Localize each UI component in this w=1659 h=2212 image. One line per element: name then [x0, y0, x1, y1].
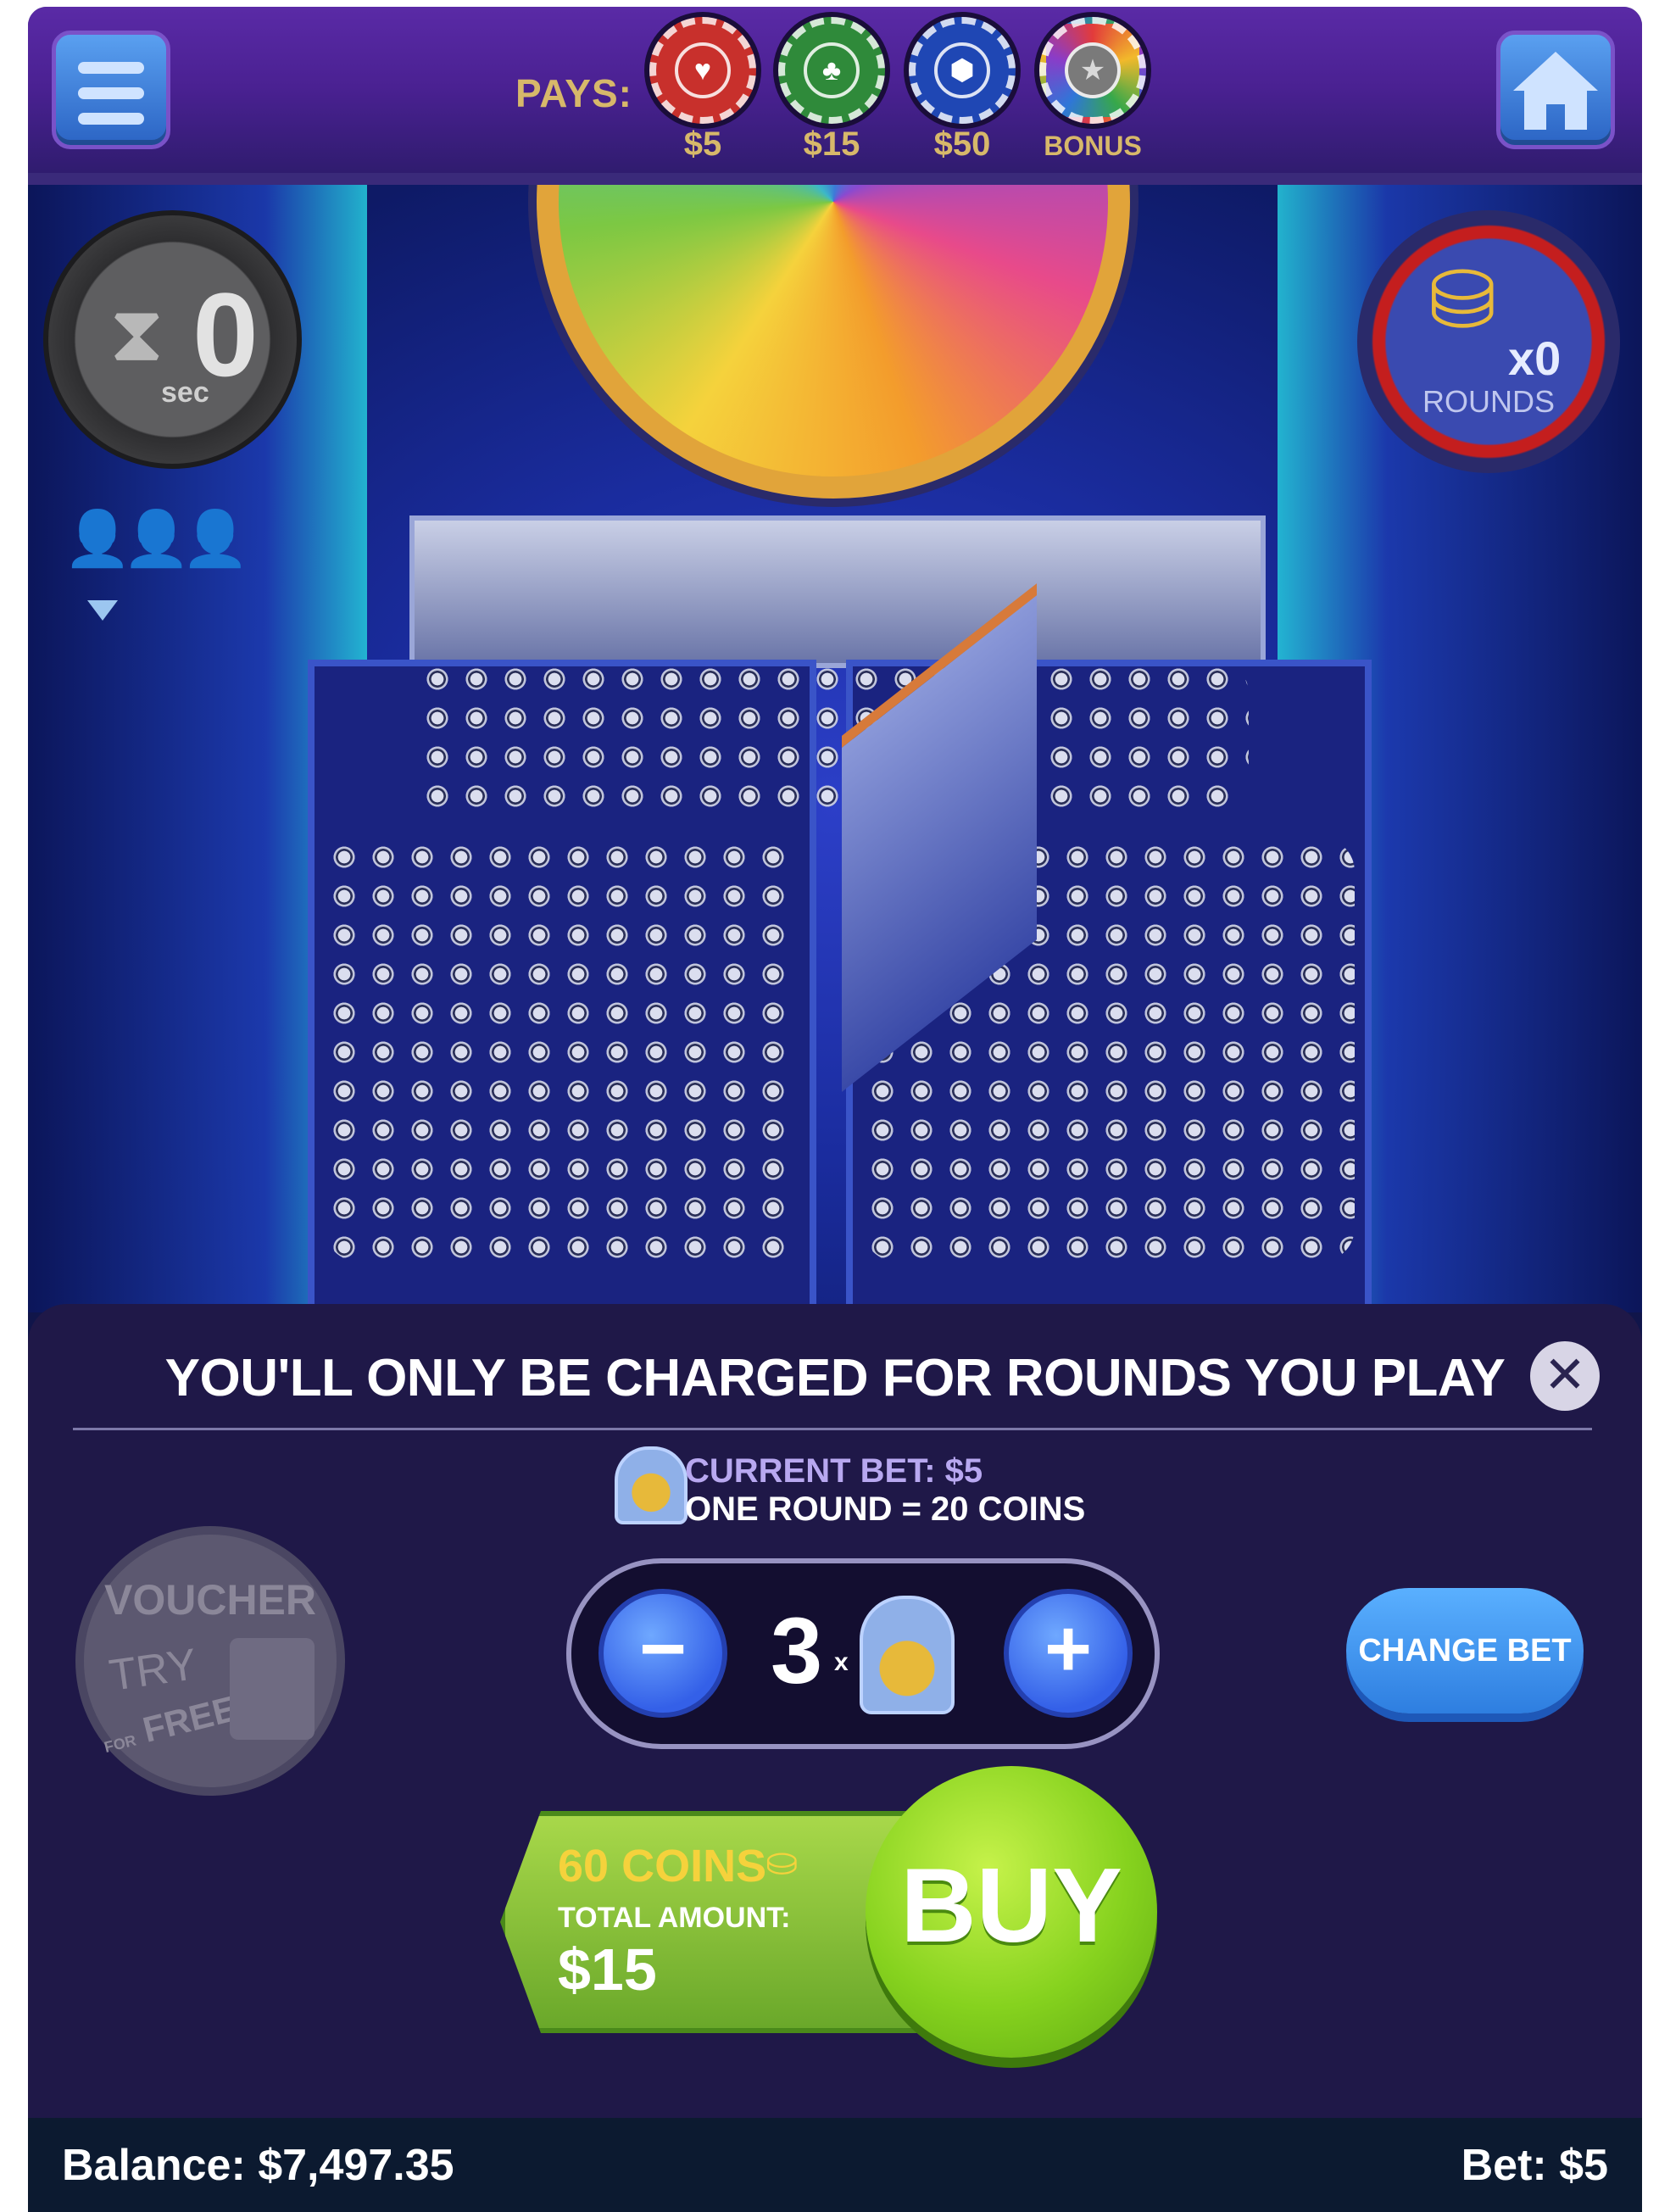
balance-text: Balance: $7,497.35	[62, 2141, 454, 2190]
voucher-try: TRY	[106, 1640, 200, 1701]
total-amount-label: TOTAL AMOUNT:	[558, 1902, 791, 1934]
increase-button[interactable]: +	[1004, 1589, 1133, 1718]
players-icon[interactable]: 👤👤👤	[64, 507, 249, 571]
sheet-title: YOU'LL ONLY BE CHARGED FOR ROUNDS YOU PL…	[164, 1349, 1506, 1407]
voucher-label: VOUCHER	[103, 1576, 317, 1624]
fortune-wheel	[537, 185, 1130, 499]
coins-icon: ⛀	[765, 1839, 799, 1883]
pay-value-5: $5	[683, 125, 722, 163]
coin-pile	[418, 660, 1249, 812]
rounds-label: ROUNDS	[1422, 384, 1555, 419]
coins-amount: 60 COINS	[558, 1841, 767, 1892]
voucher-button[interactable]: VOUCHER TRY FOR FREE	[75, 1526, 345, 1796]
decrease-button[interactable]: −	[598, 1589, 727, 1718]
coin-dome-icon	[615, 1446, 688, 1524]
pays-label: PAYS:	[515, 71, 632, 115]
club-icon: ♣	[804, 42, 860, 98]
timer-badge: ⧗ 0 sec	[43, 210, 302, 469]
status-bar: Balance: $7,497.35 Bet: $5	[28, 2118, 1642, 2212]
home-icon	[1513, 52, 1598, 130]
hexagon-icon: ⬢	[934, 42, 990, 98]
chip-50: ⬢	[909, 17, 1016, 124]
chip-bonus: ★	[1039, 17, 1146, 124]
current-bet-text: CURRENT BET: $5	[685, 1452, 983, 1490]
coin-pile	[325, 838, 799, 1262]
change-bet-button[interactable]: CHANGE BET	[1346, 1588, 1584, 1713]
rounds-count: 3	[771, 1599, 823, 1703]
home-button[interactable]	[1496, 31, 1615, 149]
chevron-down-icon[interactable]	[87, 600, 118, 621]
hourglass-icon: ⧗	[109, 291, 164, 377]
game-window: PAYS: ♥ ♣ ⬢ ★ $5 $15 $50 BONUS ⧗ 0 sec 👤…	[28, 7, 1642, 2212]
pay-value-15: $15	[803, 125, 860, 163]
rounds-badge[interactable]: ⛁ x0 ROUNDS	[1357, 210, 1620, 473]
coin-dome-icon	[860, 1596, 955, 1714]
pay-value-50: $50	[933, 125, 991, 163]
purchase-sheet: YOU'LL ONLY BE CHARGED FOR ROUNDS YOU PL…	[28, 1304, 1642, 2126]
round-cost-text: ONE ROUND = 20 COINS	[685, 1490, 1086, 1528]
buy-button[interactable]: BUY	[866, 1766, 1157, 2058]
rounds-stepper: − 3 x +	[566, 1558, 1160, 1749]
rounds-multiplier: x0	[1508, 332, 1562, 385]
heart-icon: ♥	[675, 42, 731, 98]
coin-tray-back	[409, 515, 1266, 668]
bet-text: Bet: $5	[1461, 2141, 1608, 2190]
coin-dome-icon: ⛁	[1428, 255, 1497, 346]
hamburger-icon	[78, 62, 144, 74]
times-symbol: x	[834, 1648, 849, 1676]
close-button[interactable]: ✕	[1530, 1341, 1600, 1411]
top-bar: PAYS: ♥ ♣ ⬢ ★ $5 $15 $50 BONUS	[28, 7, 1642, 185]
total-amount-value: $15	[558, 1936, 657, 2003]
divider	[73, 1428, 1592, 1430]
menu-button[interactable]	[52, 31, 170, 149]
timer-unit: sec	[161, 376, 209, 409]
star-icon: ★	[1065, 42, 1121, 98]
ticket-icon	[230, 1638, 315, 1740]
chip-5: ♥	[649, 17, 756, 124]
chip-15: ♣	[778, 17, 885, 124]
pay-value-bonus: BONUS	[1044, 131, 1142, 161]
